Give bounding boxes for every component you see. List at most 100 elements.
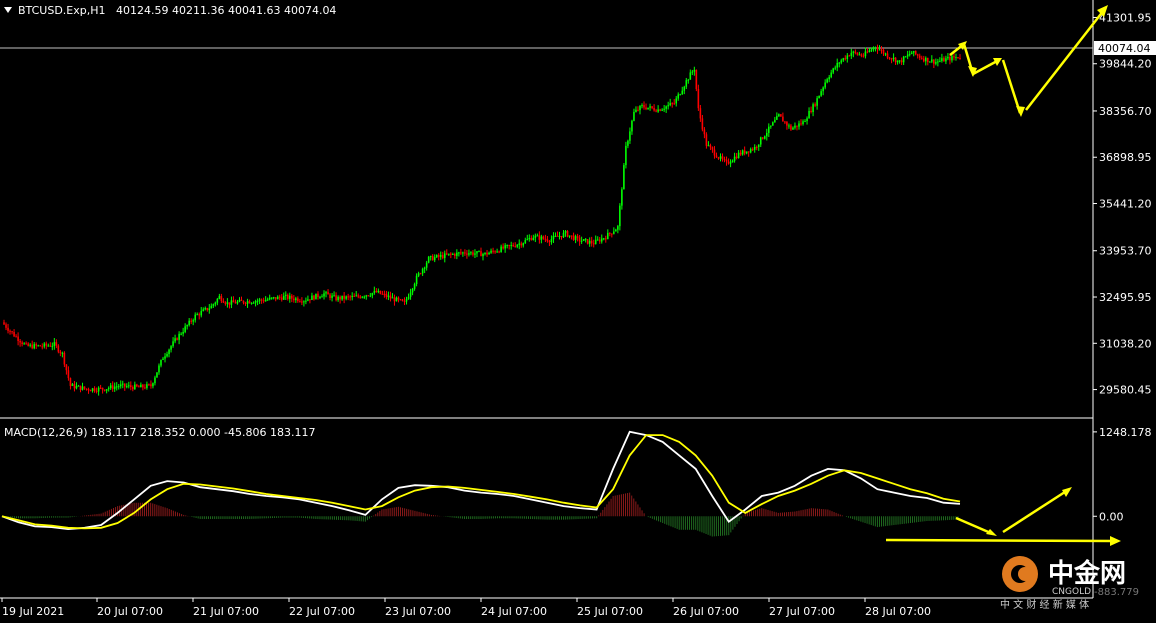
candle-body: [228, 302, 231, 305]
candle-body: [482, 254, 484, 257]
candle-body: [33, 344, 36, 349]
candle-body: [325, 292, 327, 294]
candle-body: [202, 309, 205, 312]
candle-body: [132, 387, 134, 390]
candle-body: [705, 134, 708, 146]
candle-body: [317, 293, 319, 298]
candle-body: [119, 384, 122, 387]
macd-tick-label: 1248.178: [1099, 426, 1152, 439]
candle-body: [937, 61, 939, 63]
candle-body: [303, 301, 305, 303]
candle-body: [500, 246, 502, 252]
candle-body: [321, 296, 323, 298]
candle-body: [502, 246, 504, 249]
candle-body: [286, 294, 289, 299]
candle-body: [301, 301, 303, 303]
candle-body: [234, 302, 237, 304]
candle-body: [520, 243, 523, 246]
candle-body: [874, 47, 877, 49]
candle-body: [391, 297, 394, 299]
candle-body: [51, 345, 54, 347]
candle-body: [293, 298, 295, 301]
candle-body: [739, 152, 742, 155]
candle-body: [534, 235, 537, 238]
candle-body: [379, 290, 382, 294]
candle-body: [5, 324, 7, 328]
candle-body: [737, 152, 740, 159]
candle-body: [542, 236, 545, 239]
candle-body: [437, 255, 440, 257]
candle-body: [637, 109, 639, 111]
candle-body: [924, 57, 927, 62]
candle-body: [140, 384, 142, 388]
dropdown-triangle-icon[interactable]: [4, 7, 12, 13]
candle-body: [284, 294, 287, 296]
candle-body: [260, 299, 263, 301]
candle-body: [725, 159, 728, 162]
price-tick-label: 39844.20: [1099, 58, 1152, 71]
candle-body: [512, 244, 515, 247]
candle-body: [77, 385, 80, 387]
candle-body: [224, 302, 227, 304]
candle-body: [220, 296, 223, 302]
candle-body: [941, 58, 943, 61]
candle-body: [504, 245, 506, 249]
candle-body: [87, 389, 90, 391]
candle-body: [319, 296, 321, 298]
candle-body: [659, 109, 661, 111]
candle-body: [272, 297, 275, 299]
candle-body: [858, 54, 861, 56]
candle-body: [130, 385, 132, 388]
candle-body: [707, 145, 710, 147]
candle-body: [836, 62, 839, 68]
candle-body: [814, 104, 816, 106]
candle-body: [385, 293, 388, 297]
candle-body: [631, 120, 633, 132]
candle-body: [544, 238, 547, 240]
candle-body: [160, 359, 162, 366]
candle-body: [361, 296, 364, 298]
candle-body: [939, 60, 941, 62]
candle-body: [627, 140, 629, 146]
candle-body: [429, 255, 432, 257]
candle-body: [371, 293, 374, 296]
candle-body: [747, 151, 750, 153]
candle-body: [109, 385, 112, 389]
candle-body: [395, 297, 398, 302]
candle-body: [433, 257, 436, 261]
candle-body: [943, 58, 945, 62]
candle-body: [236, 301, 239, 304]
candle-body: [780, 114, 782, 117]
candle-body: [188, 320, 190, 326]
candle-body: [347, 296, 349, 298]
macd-header-label: MACD(12,26,9) 183.117 218.352 0.000 -45.…: [4, 426, 315, 439]
candle-body: [200, 311, 203, 316]
candle-body: [852, 51, 855, 53]
candle-body: [403, 300, 406, 302]
candle-body: [872, 47, 875, 50]
time-tick-label: 28 Jul 07:00: [865, 605, 931, 618]
candle-body: [588, 240, 591, 244]
candle-body: [832, 68, 835, 73]
candle-body: [699, 108, 702, 119]
candle-body: [876, 47, 879, 50]
forecast-arrow-4: [1025, 9, 1105, 111]
time-tick-label: 19 Jul 2021: [2, 605, 64, 618]
candle-body: [353, 295, 356, 297]
candle-body: [918, 55, 921, 58]
candle-body: [331, 295, 333, 298]
candle-body: [274, 297, 277, 300]
candle-body: [297, 298, 299, 302]
candle-body: [711, 147, 714, 150]
time-tick-label: 27 Jul 07:00: [769, 605, 835, 618]
candle-body: [210, 305, 213, 309]
candle-body: [182, 331, 184, 334]
candle-body: [713, 149, 716, 156]
candle-body: [655, 110, 657, 112]
candle-body: [566, 231, 569, 237]
candle-body: [91, 388, 94, 391]
candle-body: [576, 236, 579, 238]
candle-body: [838, 62, 841, 64]
candle-body: [427, 256, 430, 263]
price-tick-label: 29580.45: [1099, 384, 1152, 397]
